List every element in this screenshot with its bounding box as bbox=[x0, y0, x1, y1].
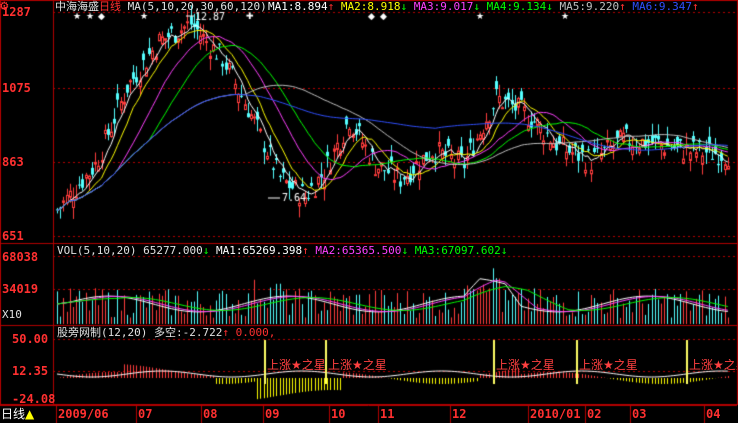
ma1-item: MA1:8.894↑ bbox=[268, 0, 335, 13]
ma6-item: MA6:9.347↑ bbox=[632, 0, 699, 13]
date-tick: 2010/01 bbox=[530, 407, 581, 421]
price-y-tick: 863 bbox=[2, 155, 24, 169]
date-tick: 11 bbox=[380, 407, 395, 421]
date-tick: 09 bbox=[265, 407, 280, 421]
signal-star-label: 上涨★之星 bbox=[579, 359, 638, 371]
indicator-y-tick: 12.35 bbox=[12, 364, 49, 378]
signal-star-label: 上涨★之星 bbox=[496, 359, 555, 371]
price-y-tick: 651 bbox=[2, 229, 24, 243]
date-tick: 08 bbox=[203, 407, 218, 421]
indicator-params: 股旁网制(12,20) bbox=[57, 326, 148, 339]
indicator-y-tick: -24.08 bbox=[12, 392, 56, 406]
ma3-item: MA3:9.017↓ bbox=[413, 0, 480, 13]
indicator-item-value: -2.722 bbox=[182, 326, 223, 339]
indicator-panel-header: 股旁网制(12,20) 多空:-2.722↑ 0.000, bbox=[57, 326, 276, 339]
vol-params: VOL(5,10,20) bbox=[57, 244, 137, 257]
signal-star-label: 上涨★之星 bbox=[328, 359, 387, 371]
volume-y-tick: 68038 bbox=[2, 250, 39, 264]
ma4-item: MA4:9.134↓ bbox=[486, 0, 553, 13]
vol-value: 65277.000 bbox=[143, 244, 203, 257]
vol-ma1-item: MA1:65269.398↑ bbox=[215, 244, 309, 257]
volume-panel-header: VOL(5,10,20) 65277.000↓ MA1:65269.398↑ M… bbox=[57, 244, 508, 257]
indicator-extra-value: 0.000, bbox=[235, 326, 276, 339]
date-tick: 02 bbox=[587, 407, 602, 421]
date-tick: 03 bbox=[632, 407, 647, 421]
date-tick: 12 bbox=[452, 407, 467, 421]
volume-y-tick: 34019 bbox=[2, 282, 39, 296]
stock-name: 中海海盛 bbox=[55, 0, 99, 13]
price-y-tick: 1287 bbox=[2, 5, 31, 19]
date-tick: 04 bbox=[706, 407, 721, 421]
period-label: 日线 bbox=[99, 0, 121, 13]
ma-values: MA1:8.894↑ MA2:8.918↓ MA3:9.017↓ MA4:9.1… bbox=[268, 1, 699, 13]
triangle-up-icon: ▲ bbox=[25, 407, 35, 421]
price-panel-header: 中海海盛日线 MA(5,10,20,30,60,120) bbox=[55, 1, 267, 13]
signal-star-label: 上涨★之星 bbox=[267, 359, 326, 371]
date-tick: 07 bbox=[138, 407, 153, 421]
indicator-y-tick: 50.00 bbox=[12, 332, 49, 346]
ma5-item: MA5:9.220↑ bbox=[559, 0, 626, 13]
period-button[interactable]: 日线▲ bbox=[1, 407, 34, 421]
price-y-tick: 1075 bbox=[2, 81, 31, 95]
vol-ma2-item: MA2:65365.500↓ bbox=[315, 244, 409, 257]
ma-params: MA(5,10,20,30,60,120) bbox=[127, 0, 267, 13]
vol-ma3-item: MA3:67097.602↓ bbox=[414, 244, 508, 257]
signal-star-label: 上涨★之星 bbox=[689, 359, 737, 371]
date-tick: 2009/06 bbox=[58, 407, 109, 421]
indicator-item-label: 多空: bbox=[153, 326, 183, 339]
date-tick: 10 bbox=[331, 407, 346, 421]
volume-unit-label: X10 bbox=[2, 308, 22, 321]
ma2-item: MA2:8.918↓ bbox=[340, 0, 408, 13]
